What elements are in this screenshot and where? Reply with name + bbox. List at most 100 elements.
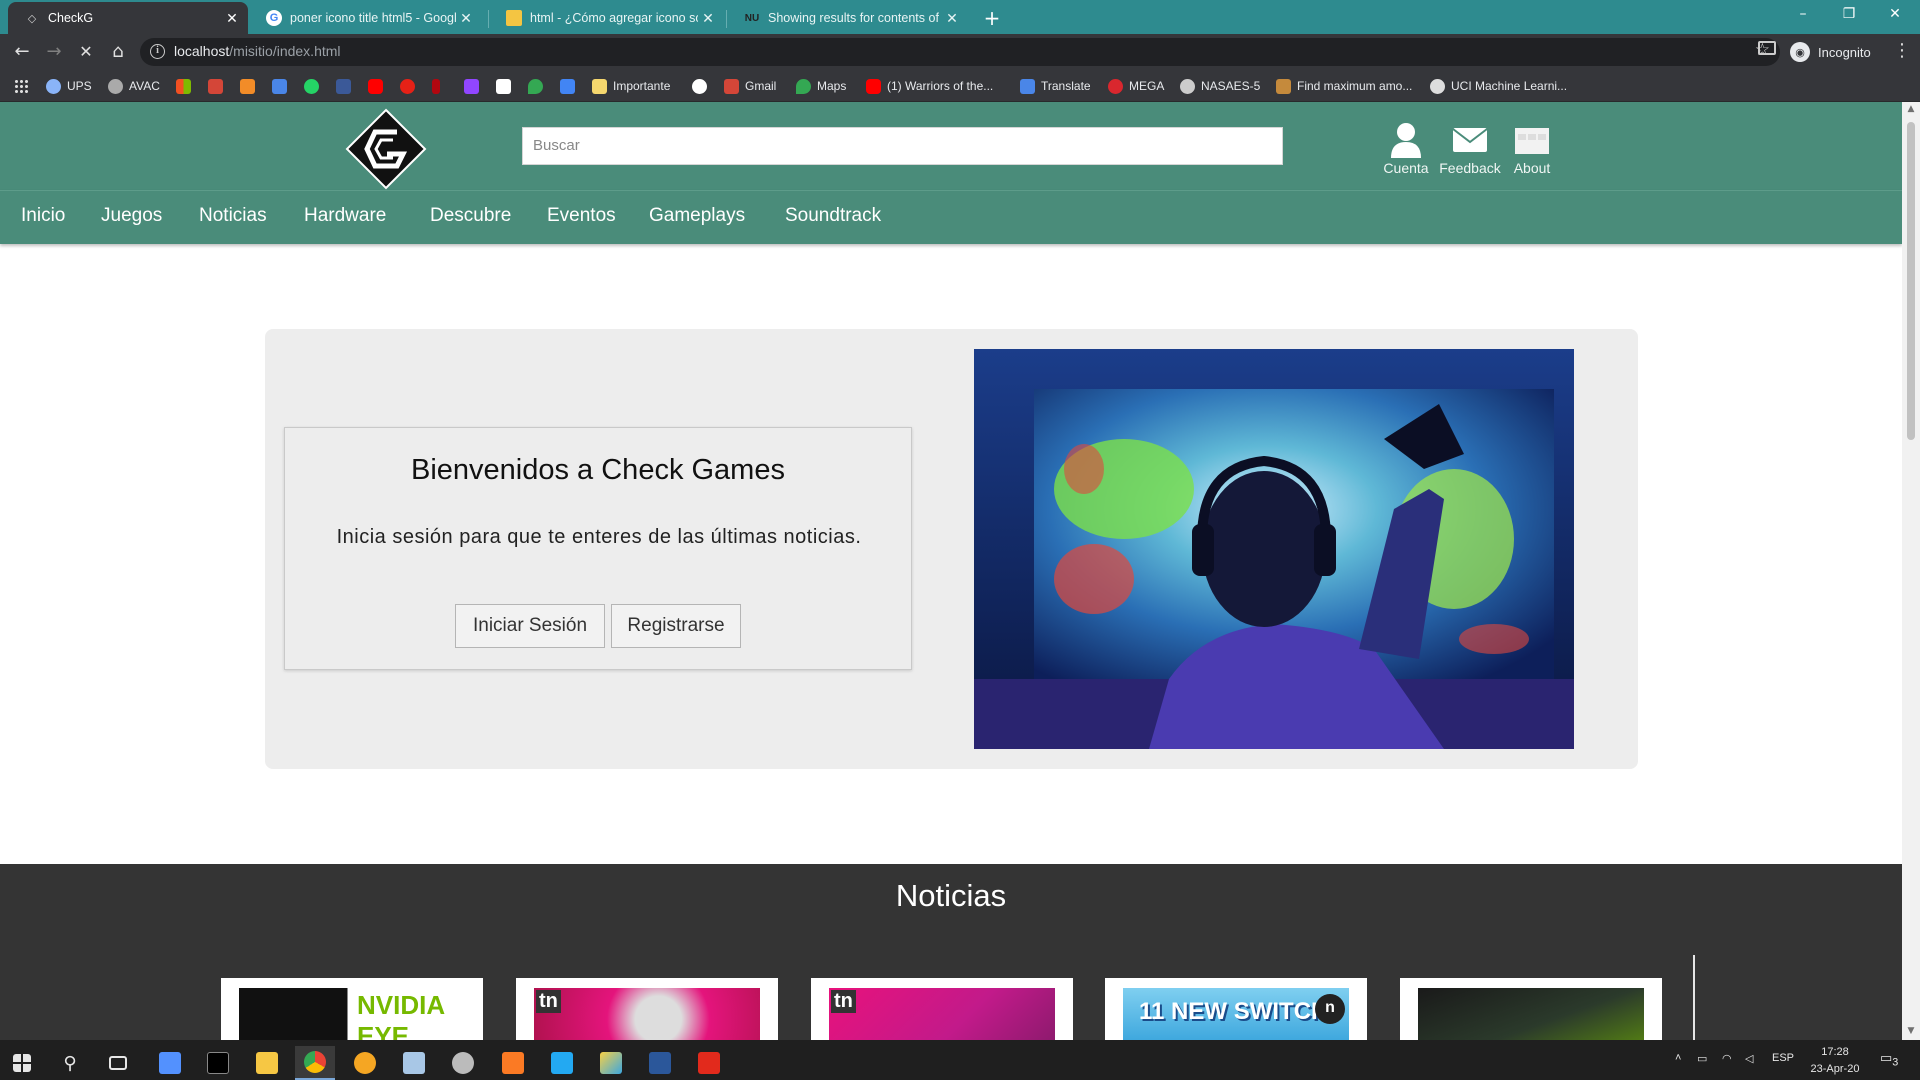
language-indicator[interactable]: ESP bbox=[1772, 1052, 1794, 1064]
bookmark-maps-pin[interactable] bbox=[528, 77, 543, 95]
apps-grid-icon[interactable] bbox=[14, 77, 29, 95]
browser-tabstrip: ◇ CheckG ✕ G poner icono title html5 - G… bbox=[0, 0, 1920, 34]
stackoverflow-favicon-icon bbox=[506, 10, 522, 26]
home-icon[interactable]: ⌂ bbox=[104, 38, 132, 66]
close-tab-icon[interactable]: ✕ bbox=[456, 10, 476, 27]
bookmark-netflix[interactable] bbox=[432, 77, 440, 95]
notes-app-icon[interactable] bbox=[394, 1046, 434, 1080]
news-card[interactable]: tn bbox=[811, 978, 1073, 1040]
browser-menu-icon[interactable]: ⋮ bbox=[1893, 40, 1911, 61]
bookmark-maps[interactable]: Maps bbox=[796, 77, 846, 95]
about-button[interactable]: About bbox=[1497, 122, 1567, 176]
checkg-logo-icon[interactable] bbox=[345, 108, 427, 190]
battery-icon[interactable]: ▭ bbox=[1697, 1052, 1707, 1065]
bookmark-translate-icon[interactable] bbox=[272, 77, 287, 95]
music-player-icon[interactable] bbox=[345, 1046, 385, 1080]
forward-arrow-icon[interactable]: → bbox=[40, 38, 68, 66]
nav-noticias[interactable]: Noticias bbox=[199, 205, 267, 227]
bookmark-translate[interactable]: Translate bbox=[1020, 77, 1091, 95]
nav-gameplays[interactable]: Gameplays bbox=[649, 205, 745, 227]
nav-inicio[interactable]: Inicio bbox=[21, 205, 65, 227]
bookmark-avac[interactable]: AVAC bbox=[108, 77, 160, 95]
nav-descubre[interactable]: Descubre bbox=[430, 205, 511, 227]
cast-icon[interactable] bbox=[1758, 41, 1776, 55]
powershell-icon[interactable] bbox=[150, 1046, 190, 1080]
search-input[interactable]: Buscar bbox=[522, 127, 1283, 165]
bookmark-nasaes[interactable]: NASAES-5 bbox=[1180, 77, 1260, 95]
restore-window-icon[interactable]: ❐ bbox=[1826, 0, 1872, 30]
vscode-icon[interactable] bbox=[542, 1046, 582, 1080]
file-explorer-icon[interactable] bbox=[247, 1046, 287, 1080]
bookmark-gmail-icon[interactable] bbox=[208, 77, 223, 95]
tab-stackoverflow[interactable]: html - ¿Cómo agregar icono sob ✕ bbox=[490, 2, 724, 34]
close-tab-icon[interactable]: ✕ bbox=[222, 10, 242, 27]
bookmark-microsoft[interactable] bbox=[176, 77, 191, 95]
bookmark-record[interactable] bbox=[400, 77, 415, 95]
scrollbar-thumb[interactable] bbox=[1907, 122, 1915, 440]
page-scrollbar[interactable]: ▲ ▼ bbox=[1902, 102, 1920, 1040]
bookmark-folder-importante[interactable]: Importante bbox=[592, 77, 670, 95]
nav-eventos[interactable]: Eventos bbox=[547, 205, 616, 227]
account-button[interactable]: Cuenta bbox=[1371, 122, 1441, 176]
bookmark-google[interactable] bbox=[692, 77, 707, 95]
start-windows-icon[interactable] bbox=[2, 1046, 42, 1080]
volume-icon[interactable]: ◁ bbox=[1745, 1052, 1753, 1065]
close-window-icon[interactable]: ✕ bbox=[1872, 0, 1918, 30]
bookmark-find-max[interactable]: Find maximum amo... bbox=[1276, 77, 1412, 95]
bookmark-ups[interactable]: UPS bbox=[46, 77, 92, 95]
search-icon[interactable]: ⚲ bbox=[50, 1046, 90, 1080]
bookmark-uci[interactable]: UCI Machine Learni... bbox=[1430, 77, 1567, 95]
news-card[interactable]: NVIDIA EYE TRACKING bbox=[221, 978, 483, 1040]
news-card[interactable] bbox=[1400, 978, 1662, 1040]
site-info-icon[interactable]: i bbox=[150, 44, 165, 59]
bookmark-orange[interactable] bbox=[240, 77, 255, 95]
bookmark-gsuite[interactable] bbox=[560, 77, 575, 95]
news-card[interactable]: 11 NEW SWITCH n bbox=[1105, 978, 1367, 1040]
bookmark-amazon[interactable] bbox=[496, 77, 511, 95]
word-icon[interactable] bbox=[640, 1046, 680, 1080]
register-button[interactable]: Registrarse bbox=[611, 604, 741, 648]
stop-loading-icon[interactable]: ✕ bbox=[72, 38, 100, 66]
scroll-up-arrow-icon[interactable]: ▲ bbox=[1906, 104, 1916, 114]
record-icon bbox=[400, 78, 415, 94]
bookmark-facebook[interactable] bbox=[336, 77, 351, 95]
close-tab-icon[interactable]: ✕ bbox=[698, 10, 718, 27]
bookmark-mega[interactable]: MEGA bbox=[1108, 77, 1164, 95]
back-arrow-icon[interactable]: ← bbox=[8, 38, 36, 66]
login-button[interactable]: Iniciar Sesión bbox=[455, 604, 605, 648]
security-app-icon[interactable] bbox=[443, 1046, 483, 1080]
terminal-icon[interactable] bbox=[198, 1046, 238, 1080]
close-tab-icon[interactable]: ✕ bbox=[942, 10, 962, 27]
address-bar[interactable]: i localhost/misitio/index.html ☆ bbox=[140, 38, 1780, 66]
paint-brush-icon[interactable] bbox=[591, 1046, 631, 1080]
nav-hardware[interactable]: Hardware bbox=[304, 205, 386, 227]
twitch-icon bbox=[464, 78, 479, 94]
tab-checkg[interactable]: ◇ CheckG ✕ bbox=[8, 2, 248, 34]
bookmark-gmail[interactable]: Gmail bbox=[724, 77, 776, 95]
wifi-icon[interactable]: ◠ bbox=[1722, 1052, 1732, 1065]
google-icon bbox=[692, 78, 707, 94]
notifications-icon[interactable]: ▭3 bbox=[1880, 1050, 1898, 1069]
thumb-text: 11 NEW SWITCH bbox=[1139, 998, 1329, 1025]
new-tab-button[interactable]: + bbox=[978, 4, 1006, 32]
nav-juegos[interactable]: Juegos bbox=[101, 205, 162, 227]
task-view-icon[interactable] bbox=[98, 1046, 138, 1080]
scroll-down-arrow-icon[interactable]: ▼ bbox=[1906, 1026, 1916, 1036]
system-clock[interactable]: 17:28 23-Apr-20 bbox=[1800, 1044, 1870, 1078]
tab-results[interactable]: NU Showing results for contents of t ✕ bbox=[728, 2, 968, 34]
tab-google-search[interactable]: G poner icono title html5 - Google ✕ bbox=[250, 2, 482, 34]
news-title: Noticias bbox=[895, 878, 1007, 913]
minimize-window-icon[interactable]: – bbox=[1780, 0, 1826, 30]
incognito-indicator[interactable]: ◉ Incognito bbox=[1790, 39, 1871, 65]
bookmark-whatsapp[interactable] bbox=[304, 77, 319, 95]
news-card[interactable]: tn bbox=[516, 978, 778, 1040]
bookmark-twitch[interactable] bbox=[464, 77, 479, 95]
bookmark-youtube[interactable] bbox=[368, 77, 383, 95]
xampp-icon[interactable] bbox=[493, 1046, 533, 1080]
bookmark-warriors[interactable]: (1) Warriors of the... bbox=[866, 77, 993, 95]
feedback-button[interactable]: Feedback bbox=[1435, 122, 1505, 176]
tray-overflow-icon[interactable]: ˄ bbox=[1675, 1052, 1681, 1064]
acrobat-icon[interactable] bbox=[689, 1046, 729, 1080]
chrome-icon[interactable] bbox=[295, 1046, 335, 1080]
nav-soundtrack[interactable]: Soundtrack bbox=[785, 205, 881, 227]
